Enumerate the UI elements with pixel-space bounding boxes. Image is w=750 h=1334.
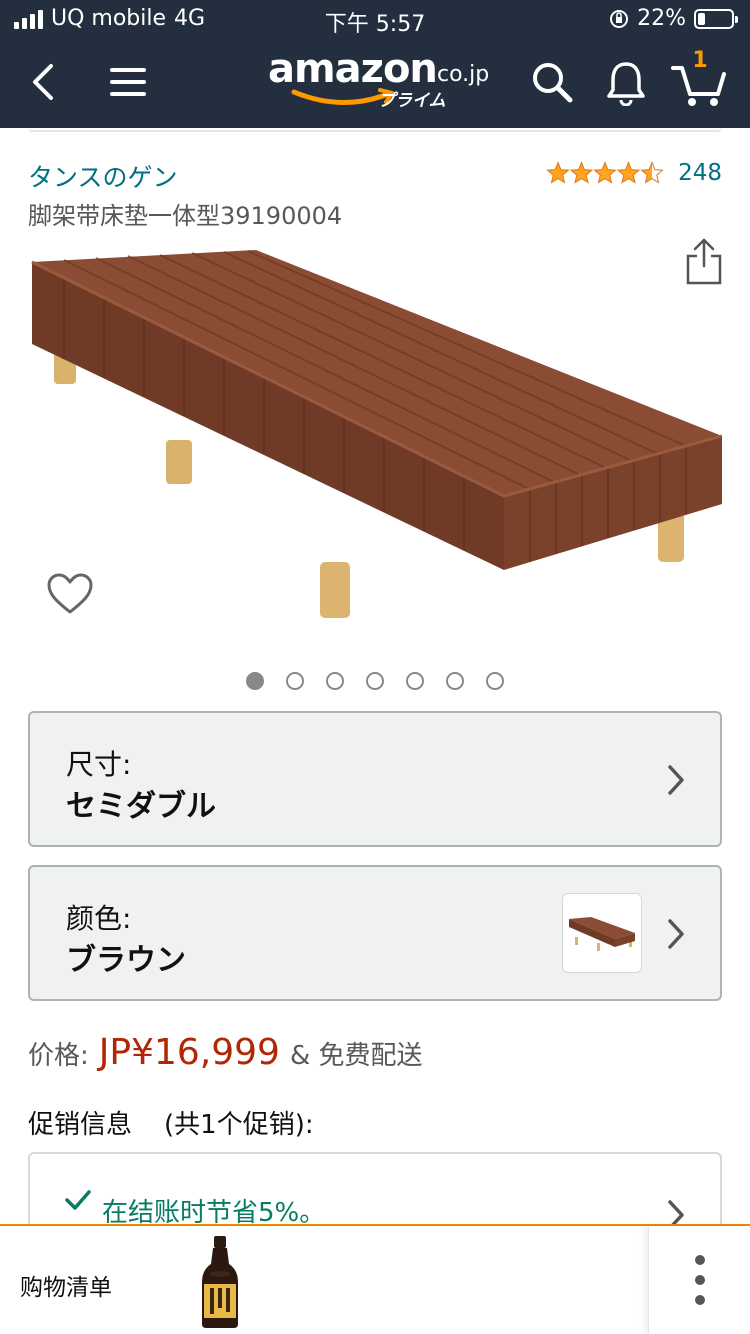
cart-count: 1 bbox=[692, 48, 708, 73]
heart-icon[interactable] bbox=[46, 572, 94, 620]
promotion-count: (共1个促销): bbox=[164, 1110, 314, 1140]
cart-icon[interactable]: 1 bbox=[670, 48, 730, 112]
star-rating-icon bbox=[546, 161, 664, 185]
rating[interactable]: 248 bbox=[546, 160, 722, 186]
back-icon[interactable] bbox=[14, 52, 74, 112]
shopping-list-item-thumbnail[interactable] bbox=[198, 1234, 242, 1334]
carousel-dot[interactable] bbox=[406, 672, 424, 690]
carousel-dot[interactable] bbox=[326, 672, 344, 690]
check-icon bbox=[64, 1188, 92, 1216]
carousel-dot[interactable] bbox=[366, 672, 384, 690]
nav-divider bbox=[28, 128, 722, 132]
logo-tld: .co.jp bbox=[430, 62, 490, 87]
battery-percent: 22% bbox=[637, 6, 686, 31]
rating-count[interactable]: 248 bbox=[678, 160, 722, 186]
shopping-list-label[interactable]: 购物清单 bbox=[20, 1268, 112, 1302]
color-selector[interactable]: 颜色: ブラウン bbox=[28, 865, 722, 1001]
price-row: 价格: JP¥16,999 & 免费配送 bbox=[28, 1032, 423, 1073]
menu-icon[interactable] bbox=[98, 52, 158, 112]
product-title: 脚架带床垫一体型39190004 bbox=[28, 202, 343, 230]
shopping-list-bar: 购物清单 bbox=[0, 1224, 750, 1334]
logo-prime: プライム bbox=[378, 91, 446, 111]
battery-fill bbox=[698, 12, 705, 25]
product-image[interactable] bbox=[24, 240, 724, 634]
price-value: JP¥16,999 bbox=[98, 1032, 280, 1073]
carousel-dot[interactable] bbox=[486, 672, 504, 690]
size-label: 尺寸: bbox=[66, 748, 132, 781]
more-options-icon[interactable] bbox=[648, 1226, 750, 1334]
battery-icon bbox=[694, 8, 738, 29]
carousel-dot[interactable] bbox=[446, 672, 464, 690]
size-value: セミダブル bbox=[66, 789, 216, 824]
status-right: 22% bbox=[609, 6, 738, 31]
orientation-lock-icon bbox=[610, 9, 629, 28]
carousel-dot[interactable] bbox=[246, 672, 264, 690]
color-value: ブラウン bbox=[66, 943, 186, 978]
carousel-dot[interactable] bbox=[286, 672, 304, 690]
promotion-header: 促销信息 (共1个促销): bbox=[28, 1104, 314, 1141]
status-bar: UQ mobile 4G 下午 5:57 22% bbox=[0, 0, 750, 40]
brand-link[interactable]: タンスのゲン bbox=[28, 158, 178, 194]
image-carousel-dots[interactable] bbox=[0, 672, 750, 690]
search-icon[interactable] bbox=[522, 52, 582, 112]
amazon-logo[interactable]: amazon .co.jp プライム bbox=[268, 46, 490, 116]
color-swatch-image[interactable] bbox=[562, 893, 642, 973]
nav-bar: amazon .co.jp プライム 1 bbox=[0, 40, 750, 128]
bell-icon[interactable] bbox=[596, 52, 656, 112]
promotion-title: 促销信息 bbox=[28, 1110, 133, 1140]
shipping-info: & 免费配送 bbox=[289, 1041, 423, 1071]
price-label: 价格: bbox=[28, 1041, 89, 1071]
color-label: 颜色: bbox=[66, 902, 132, 935]
chevron-right-icon bbox=[666, 917, 686, 955]
size-selector[interactable]: 尺寸: セミダブル bbox=[28, 711, 722, 847]
share-icon[interactable] bbox=[682, 236, 726, 290]
chevron-right-icon bbox=[666, 763, 686, 801]
